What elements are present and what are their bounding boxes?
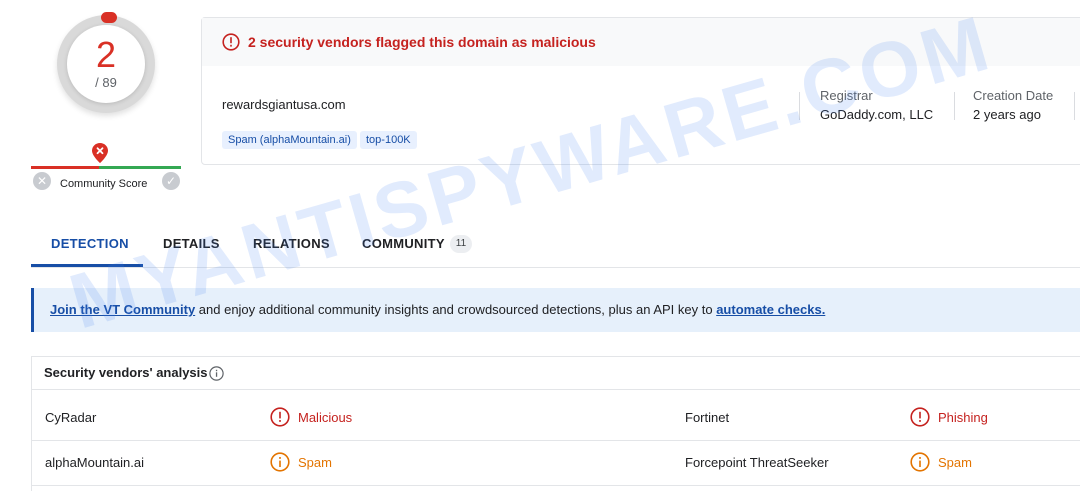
divider: [954, 92, 955, 120]
alert-message: 2 security vendors flagged this domain a…: [248, 34, 596, 50]
info-icon: [270, 452, 290, 472]
tab-details[interactable]: DETAILS: [163, 236, 220, 251]
tag-spam[interactable]: Spam (alphaMountain.ai): [222, 131, 357, 149]
banner-message: and enjoy additional community insights …: [195, 302, 717, 317]
join-community-link[interactable]: Join the VT Community: [50, 302, 195, 317]
section-title: Security vendors' analysis: [44, 365, 208, 380]
active-tab-indicator: [31, 264, 143, 267]
row-divider: [31, 440, 1080, 441]
gauge-center: 2 / 89: [67, 25, 145, 103]
map-pin-icon: [92, 143, 108, 163]
check-icon[interactable]: ✓: [162, 172, 180, 190]
tab-relations[interactable]: RELATIONS: [253, 236, 330, 251]
community-score-label: Community Score: [60, 178, 148, 190]
vendor-verdict: Spam: [298, 455, 332, 470]
automate-checks-link[interactable]: automate checks.: [716, 302, 825, 317]
creation-date-value: 2 years ago: [973, 107, 1041, 122]
engine-total: / 89: [95, 75, 117, 90]
row-divider: [31, 389, 1080, 390]
alert-circle-icon: [270, 407, 290, 427]
community-score-bar: [31, 166, 181, 169]
info-icon[interactable]: [209, 366, 224, 381]
registrar-label: Registrar: [820, 88, 873, 103]
row-divider: [31, 485, 1080, 486]
vendor-verdict: Spam: [938, 455, 972, 470]
vendor-name: Forcepoint ThreatSeeker: [685, 455, 829, 470]
community-banner: Join the VT Community and enjoy addition…: [31, 288, 1080, 332]
tabs-divider: [31, 267, 1080, 268]
divider: [1074, 92, 1075, 120]
registrar-value: GoDaddy.com, LLC: [820, 107, 934, 122]
alert-circle-icon: [222, 33, 240, 51]
detection-score-gauge: 2 / 89: [57, 12, 155, 113]
tab-detection[interactable]: DETECTION: [51, 236, 129, 251]
domain-name: rewardsgiantusa.com: [222, 97, 346, 112]
vendor-verdict: Phishing: [938, 410, 988, 425]
vendor-verdict: Malicious: [298, 410, 353, 425]
vendor-name: Fortinet: [685, 410, 730, 425]
creation-date-label: Creation Date: [973, 88, 1054, 103]
alert-circle-icon: [910, 407, 930, 427]
vendor-name: alphaMountain.ai: [45, 455, 145, 470]
vendor-name: CyRadar: [45, 410, 97, 425]
divider: [799, 92, 800, 120]
banner-text: Join the VT Community and enjoy addition…: [50, 302, 825, 317]
close-icon[interactable]: ✕: [33, 172, 51, 190]
alert-banner: 2 security vendors flagged this domain a…: [202, 18, 1080, 66]
community-count-badge: 11: [450, 235, 472, 253]
domain-summary-card: 2 security vendors flagged this domain a…: [201, 17, 1080, 165]
tag-top-100k[interactable]: top-100K: [360, 131, 417, 149]
detection-count: 2: [95, 34, 117, 75]
info-icon: [910, 452, 930, 472]
tab-community[interactable]: COMMUNITY: [362, 236, 445, 251]
gauge-indicator: [101, 12, 117, 23]
